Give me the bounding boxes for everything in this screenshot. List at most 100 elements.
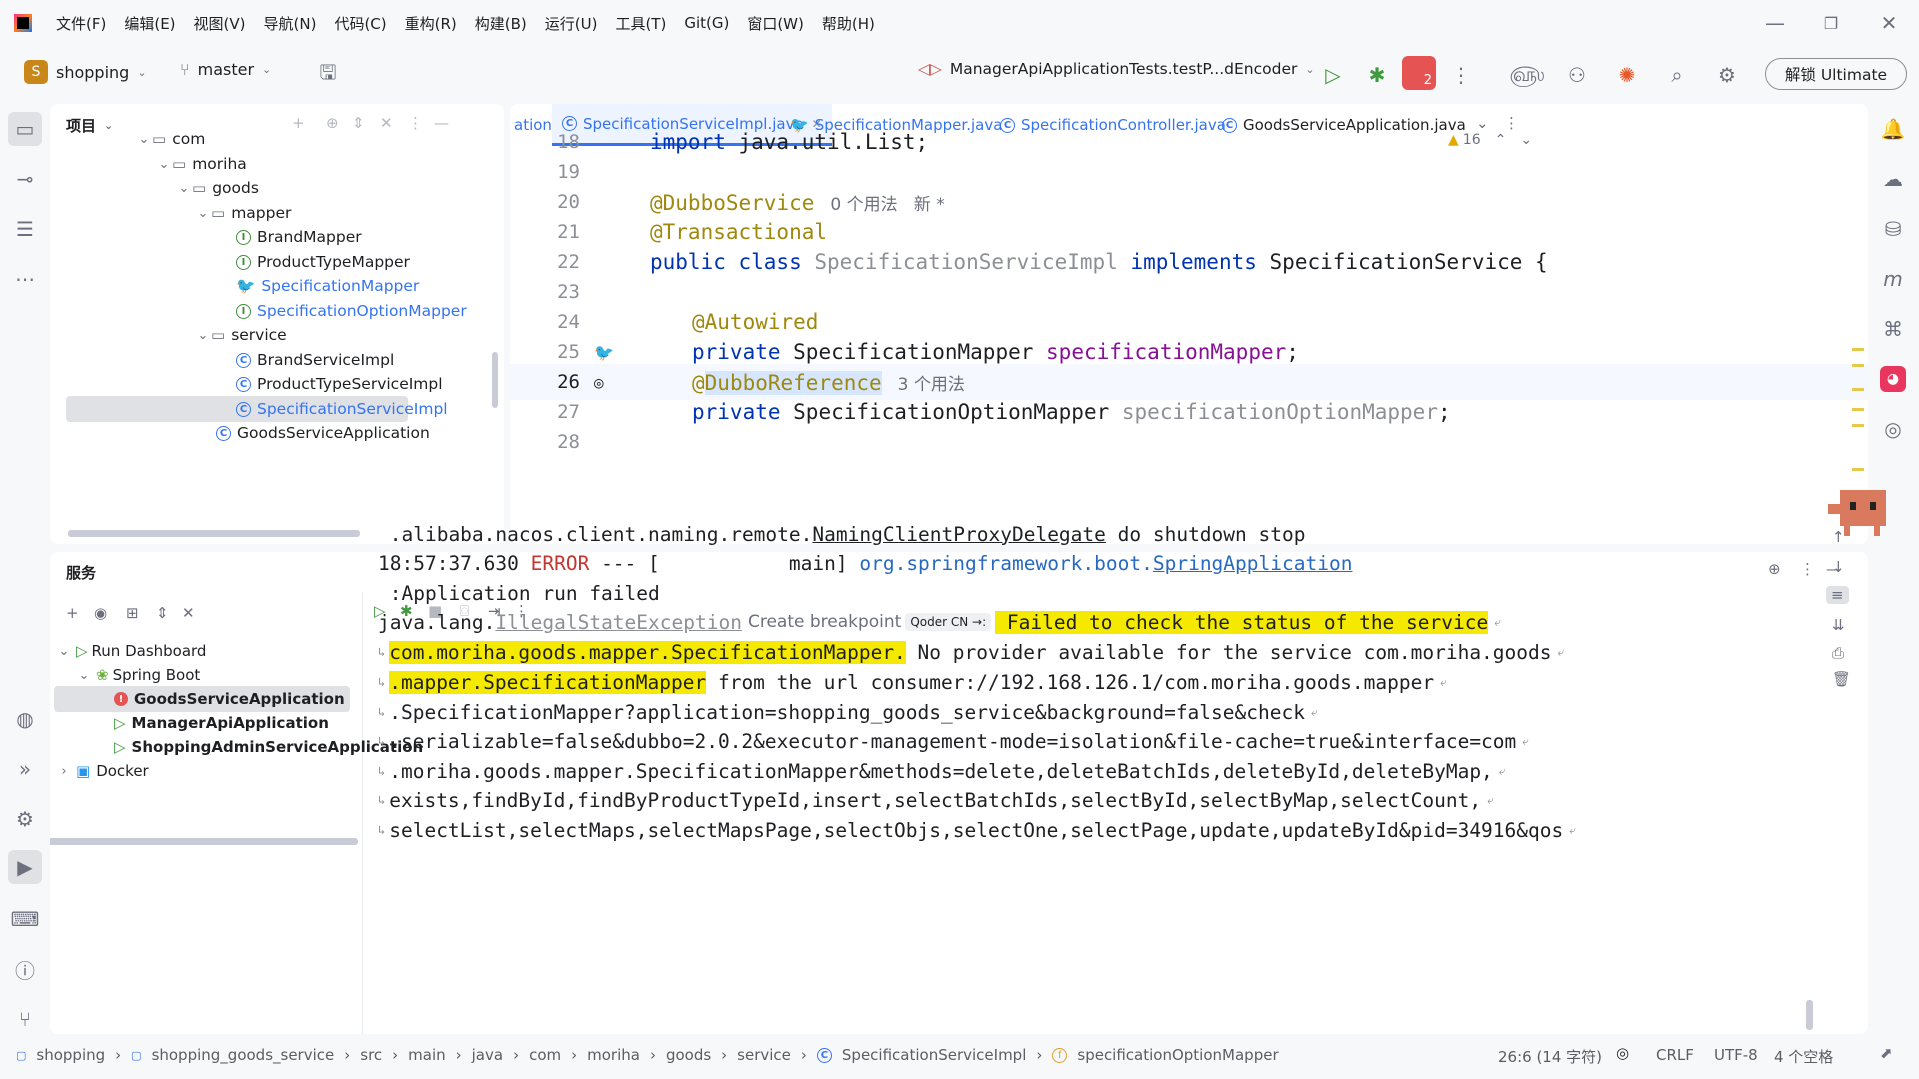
locate-icon[interactable]: ⊕: [1768, 560, 1781, 578]
add-service-icon[interactable]: +: [66, 604, 79, 622]
cursor-position[interactable]: 26:6 (14 字符): [1498, 1046, 1602, 1067]
expand-all-icon[interactable]: ⇕: [352, 114, 365, 132]
run-dashboard-node[interactable]: ⌄ ▷ Run Dashboard: [56, 638, 207, 664]
qoder-gutter-icon[interactable]: ◎: [594, 373, 604, 392]
service-shoppingadmin[interactable]: ▷ ShoppingAdminServiceApplication: [114, 734, 423, 760]
clear-icon[interactable]: 🗑: [1832, 670, 1851, 688]
menu-refactor[interactable]: 重构(R): [405, 13, 457, 34]
line-separator[interactable]: CRLF: [1656, 1046, 1694, 1064]
plugin-red-icon[interactable]: ◕: [1880, 366, 1906, 392]
indent-setting[interactable]: 4 个空格: [1774, 1046, 1833, 1067]
breadcrumb-item[interactable]: shopping: [36, 1046, 105, 1064]
structure-icon[interactable]: ☰: [10, 214, 40, 244]
plugins-icon[interactable]: ⚙: [10, 804, 40, 834]
view-icon[interactable]: ◉: [94, 604, 107, 622]
mybatis-gutter-icon[interactable]: 🐦: [594, 343, 614, 362]
python-icon[interactable]: ⌘: [1878, 314, 1908, 344]
expand-icon[interactable]: »: [10, 754, 40, 784]
options-icon[interactable]: ⋮: [408, 114, 423, 132]
usage-hint[interactable]: 0 个用法 新 *: [830, 195, 944, 215]
menu-run[interactable]: 运行(U): [545, 13, 598, 34]
breadcrumb-item[interactable]: shopping_goods_service: [152, 1046, 335, 1064]
ai-assistant-icon[interactable]: ௵: [1509, 60, 1544, 90]
minimize-icon[interactable]: —: [1760, 8, 1790, 38]
services-divider[interactable]: [362, 592, 363, 1034]
console-scrollbar[interactable]: [1806, 1000, 1813, 1030]
project-selector[interactable]: S shopping ⌄: [24, 60, 147, 84]
menu-edit[interactable]: 编辑(E): [124, 13, 175, 34]
horizontal-scrollbar[interactable]: [50, 838, 358, 845]
code-area[interactable]: 18 import java.util.List; 19 20 @DubboServ…: [510, 124, 1868, 544]
save-icon[interactable]: 🖫: [313, 60, 343, 90]
service-managerapi[interactable]: ▷ ManagerApiApplication: [114, 710, 329, 736]
menu-code[interactable]: 代码(C): [334, 13, 386, 34]
screenshot-icon[interactable]: ⌼: [460, 602, 469, 620]
terminal-icon[interactable]: ⌨: [10, 904, 40, 934]
locate-icon[interactable]: ⊕: [326, 114, 339, 132]
unlock-ultimate-button[interactable]: 解锁 Ultimate: [1765, 58, 1907, 90]
docker-node[interactable]: › ▣ Docker: [56, 758, 148, 784]
commit-icon[interactable]: ⊸: [10, 164, 40, 194]
menu-window[interactable]: 窗口(W): [747, 13, 804, 34]
breadcrumb-item[interactable]: goods: [666, 1046, 711, 1064]
close-window-icon[interactable]: ✕: [1874, 8, 1904, 38]
breadcrumb-item[interactable]: moriha: [587, 1046, 640, 1064]
qoder-icon[interactable]: ◎: [1878, 414, 1908, 444]
project-folder-icon[interactable]: ▭: [8, 112, 42, 146]
tree-item-goodsserviceapplication[interactable]: C GoodsServiceApplication: [216, 418, 430, 448]
breadcrumb-item[interactable]: com: [529, 1046, 561, 1064]
settings-icon[interactable]: ⚙: [1712, 60, 1742, 90]
services-icon[interactable]: ▶: [8, 850, 42, 884]
collapse-all-icon[interactable]: ✕: [182, 604, 195, 622]
horizontal-scrollbar[interactable]: [68, 530, 360, 537]
file-encoding[interactable]: UTF-8: [1714, 1046, 1758, 1064]
add-user-icon[interactable]: ⚇: [1562, 60, 1592, 90]
new-group-icon[interactable]: ⊞: [126, 604, 139, 622]
more-tools-icon[interactable]: ⋯: [10, 264, 40, 294]
service-goods[interactable]: ! GoodsServiceApplication: [114, 686, 345, 712]
breadcrumb-item[interactable]: specificationOptionMapper: [1077, 1046, 1278, 1064]
exit-icon[interactable]: ⇥: [488, 602, 501, 620]
usage-hint[interactable]: 3 个用法: [898, 375, 965, 395]
branch-selector[interactable]: ⑂ master ⌄: [180, 60, 271, 79]
ai-chat-icon[interactable]: ☁: [1878, 164, 1908, 194]
scroll-to-end-icon[interactable]: ⇊: [1832, 616, 1845, 634]
hide-panel-icon[interactable]: —: [434, 114, 449, 132]
notifications-icon[interactable]: 🔔: [1878, 114, 1908, 144]
breadcrumb-item[interactable]: java: [472, 1046, 503, 1064]
breadcrumb-item[interactable]: SpecificationServiceImpl: [842, 1046, 1026, 1064]
stop-icon[interactable]: ■: [428, 602, 442, 620]
project-panel-title[interactable]: 项目: [66, 115, 96, 136]
options-icon[interactable]: ⋮: [1800, 560, 1815, 578]
breadcrumb-item[interactable]: src: [360, 1046, 382, 1064]
menu-tools[interactable]: 工具(T): [615, 13, 666, 34]
menu-file[interactable]: 文件(F): [56, 13, 106, 34]
menu-navigate[interactable]: 导航(N): [264, 13, 317, 34]
restore-icon[interactable]: ❐: [1816, 8, 1846, 38]
spring-boot-node[interactable]: ⌄ ❀ Spring Boot: [76, 662, 201, 688]
breadcrumb-item[interactable]: main: [408, 1046, 445, 1064]
collapse-all-icon[interactable]: ✕: [380, 114, 393, 132]
debug-icon[interactable]: ✱: [400, 602, 413, 620]
git-icon[interactable]: ⑂: [10, 1004, 40, 1034]
scroll-down-icon[interactable]: ↓: [1832, 558, 1845, 576]
maven-icon[interactable]: m: [1878, 264, 1908, 294]
more-icon[interactable]: ⋮: [514, 602, 529, 620]
search-icon[interactable]: ⌕: [1662, 60, 1692, 90]
menu-git[interactable]: Git(G): [684, 14, 729, 32]
debug-icon[interactable]: ✱: [1362, 60, 1392, 90]
expand-all-icon[interactable]: ⇕: [156, 604, 169, 622]
soft-wrap-toggle-icon[interactable]: ≡: [1826, 586, 1849, 604]
qoder-status-icon[interactable]: ◎: [1616, 1044, 1629, 1062]
breadcrumb-item[interactable]: service: [737, 1046, 791, 1064]
run-config-selector[interactable]: ◁▷ ManagerApiApplicationTests.testP...dE…: [918, 60, 1315, 78]
read-only-icon[interactable]: ⬈: [1880, 1044, 1893, 1062]
print-icon[interactable]: ⎙: [1832, 644, 1844, 662]
menu-help[interactable]: 帮助(H): [822, 13, 875, 34]
run-icon[interactable]: ▷: [1318, 60, 1348, 90]
notification-badge-button[interactable]: 2: [1402, 56, 1436, 90]
database-icon[interactable]: ⛁: [1878, 214, 1908, 244]
plugin-sparkle-icon[interactable]: ✺: [1612, 60, 1642, 90]
add-icon[interactable]: +: [292, 114, 305, 132]
problems-icon[interactable]: ⓘ: [10, 954, 40, 984]
